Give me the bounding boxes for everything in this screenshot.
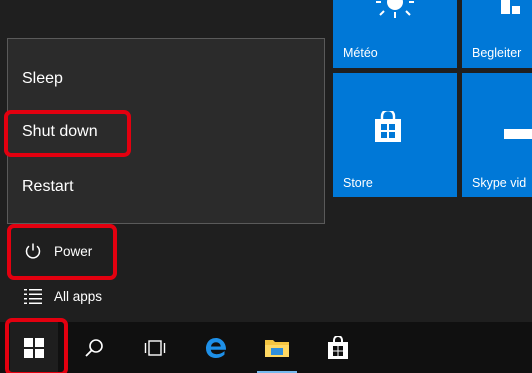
search-icon	[85, 338, 103, 357]
power-flyout-menu: Sleep Shut down Restart	[7, 38, 325, 224]
power-button[interactable]: Power	[22, 241, 92, 261]
tile-skype[interactable]: Skype vid	[462, 73, 532, 197]
desktop-screen: Météo Begleiter Store Skype vid Sleep Sh…	[0, 0, 532, 373]
taskbar	[0, 322, 532, 373]
store-bag-icon	[375, 111, 401, 142]
store-taskbar-button[interactable]	[314, 322, 362, 373]
tile-store-label: Store	[343, 176, 373, 190]
tile-weather-label: Météo	[343, 46, 378, 60]
power-label: Power	[54, 243, 93, 259]
people-icon	[501, 0, 520, 14]
all-apps-list-icon	[22, 286, 44, 306]
search-button[interactable]	[70, 322, 118, 373]
tile-weather[interactable]: Météo	[333, 0, 457, 68]
sleep-menu-item[interactable]: Sleep	[22, 70, 63, 88]
sun-icon	[376, 0, 414, 18]
task-view-button[interactable]	[131, 322, 179, 373]
power-icon	[22, 241, 44, 261]
restart-menu-item[interactable]: Restart	[22, 178, 74, 196]
skype-video-icon	[504, 129, 532, 139]
tile-people-label: Begleiter	[472, 46, 522, 60]
store-bag-icon	[328, 335, 348, 359]
windows-logo-icon	[24, 337, 44, 358]
edge-button[interactable]	[192, 322, 240, 373]
tile-skype-label: Skype vid	[472, 176, 527, 190]
task-view-icon	[144, 339, 166, 356]
edge-icon	[206, 337, 227, 358]
file-explorer-button[interactable]	[253, 322, 301, 373]
all-apps-label: All apps	[54, 288, 103, 304]
tile-store[interactable]: Store	[333, 73, 457, 197]
start-button[interactable]	[10, 322, 58, 373]
folder-icon	[265, 339, 289, 357]
tile-people[interactable]: Begleiter	[462, 0, 532, 68]
start-menu: Météo Begleiter Store Skype vid Sleep Sh…	[0, 0, 532, 322]
all-apps-button[interactable]: All apps	[22, 286, 102, 306]
shut-down-menu-item[interactable]: Shut down	[22, 123, 98, 141]
